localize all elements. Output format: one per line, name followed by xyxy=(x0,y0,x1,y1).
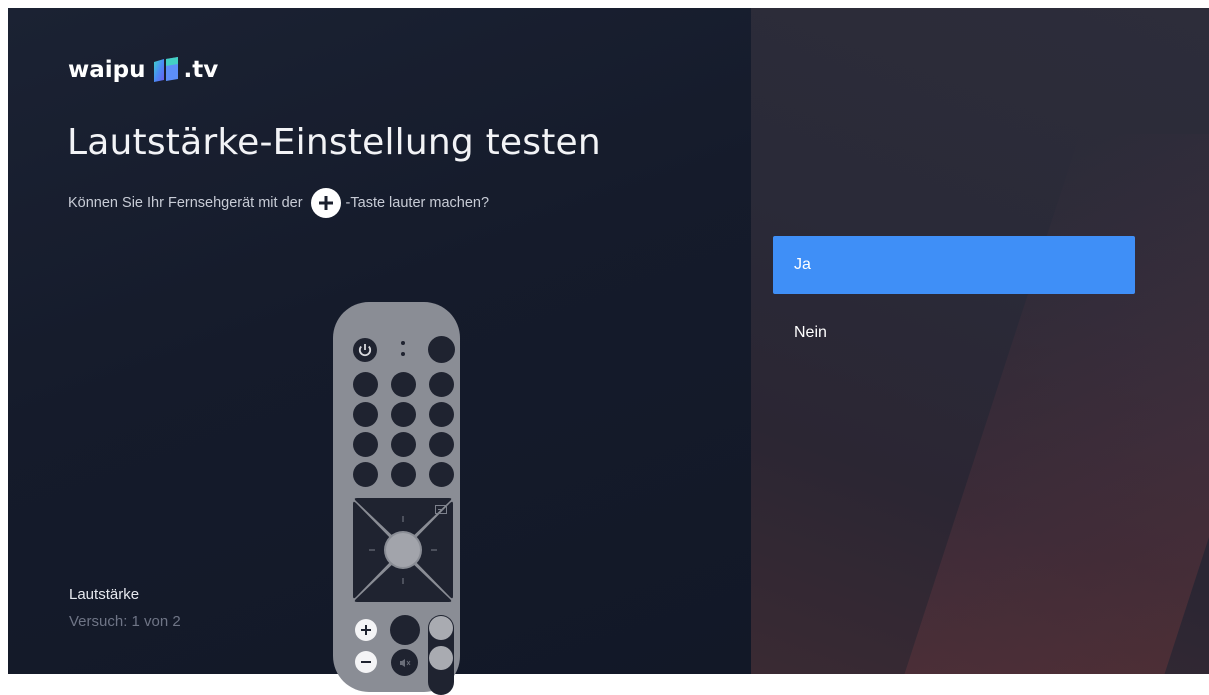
question-text-after: -Taste lauter machen? xyxy=(345,195,490,211)
question-text: Können Sie Ihr Fernsehgerät mit der -Tas… xyxy=(68,188,489,218)
remote-button xyxy=(353,462,378,487)
brand-name-left: waipu xyxy=(68,57,146,83)
volume-plus-icon xyxy=(355,619,377,641)
remote-button xyxy=(429,372,454,397)
remote-button xyxy=(353,432,378,457)
background-streak xyxy=(898,134,1209,674)
remote-button xyxy=(429,462,454,487)
input-icon xyxy=(435,505,447,514)
brand-name-right: .tv xyxy=(183,57,219,83)
waipu-logo-icon xyxy=(153,57,178,82)
channel-down-button xyxy=(429,646,453,670)
option-no-label: Nein xyxy=(794,324,827,341)
question-text-before: Können Sie Ihr Fernsehgerät mit der xyxy=(68,195,303,211)
brand-logo: waipu .tv xyxy=(68,54,218,86)
page-title: Lautstärke-Einstellung testen xyxy=(67,122,601,163)
mute-icon xyxy=(391,649,418,676)
indicator-dot xyxy=(401,341,405,345)
remote-button xyxy=(390,615,420,645)
option-yes-label: Ja xyxy=(794,256,811,273)
indicator-dot xyxy=(401,352,405,356)
remote-button xyxy=(353,372,378,397)
remote-button xyxy=(391,372,416,397)
option-yes-button[interactable]: Ja xyxy=(773,236,1135,294)
power-icon xyxy=(353,338,377,362)
remote-button xyxy=(391,402,416,427)
option-no-button[interactable]: Nein xyxy=(773,304,1135,362)
plus-circle-icon xyxy=(310,188,341,218)
remote-control-illustration xyxy=(333,302,460,695)
remote-button xyxy=(391,432,416,457)
volume-label: Lautstärke xyxy=(69,586,140,603)
remote-button xyxy=(429,402,454,427)
remote-button xyxy=(353,402,378,427)
remote-button xyxy=(428,336,455,363)
attempt-counter: Versuch: 1 von 2 xyxy=(69,613,181,630)
channel-up-button xyxy=(429,616,453,640)
remote-button xyxy=(391,462,416,487)
volume-minus-icon xyxy=(355,651,377,673)
remote-button xyxy=(429,432,454,457)
